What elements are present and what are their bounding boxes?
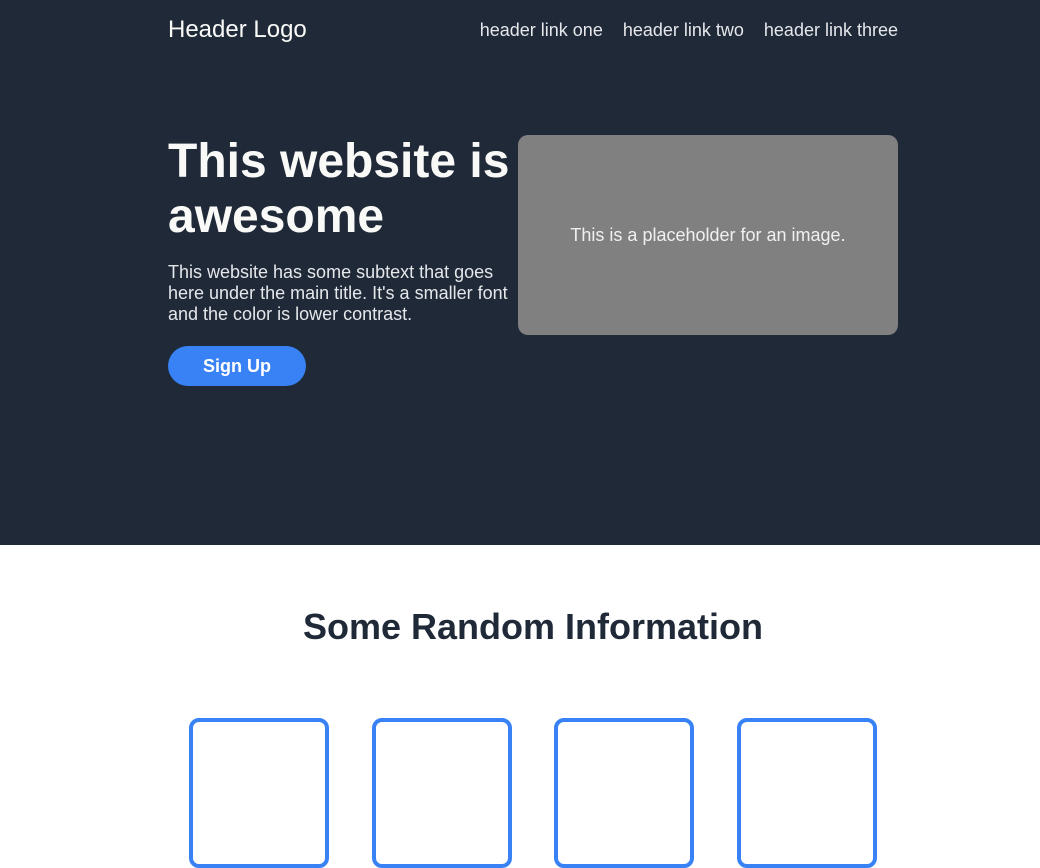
info-card [189,718,329,868]
header-logo[interactable]: Header Logo [168,16,307,44]
hero-image-placeholder: This is a placeholder for an image. [518,135,898,335]
header-nav: header link one header link two header l… [480,20,898,40]
hero-subtext: This website has some subtext that goes … [168,262,508,324]
sign-up-button[interactable]: Sign Up [168,346,306,386]
header: Header Logo header link one header link … [168,0,898,60]
info-card [554,718,694,868]
image-placeholder-text: This is a placeholder for an image. [570,224,846,245]
hero-section: Header Logo header link one header link … [0,0,1040,545]
header-link-three[interactable]: header link three [764,20,898,40]
info-card [372,718,512,868]
header-link-one[interactable]: header link one [480,20,603,40]
header-link-two[interactable]: header link two [623,20,744,40]
info-card [737,718,877,868]
hero-title: This website is awesome [168,135,510,243]
info-section-title: Some Random Information [302,606,764,647]
